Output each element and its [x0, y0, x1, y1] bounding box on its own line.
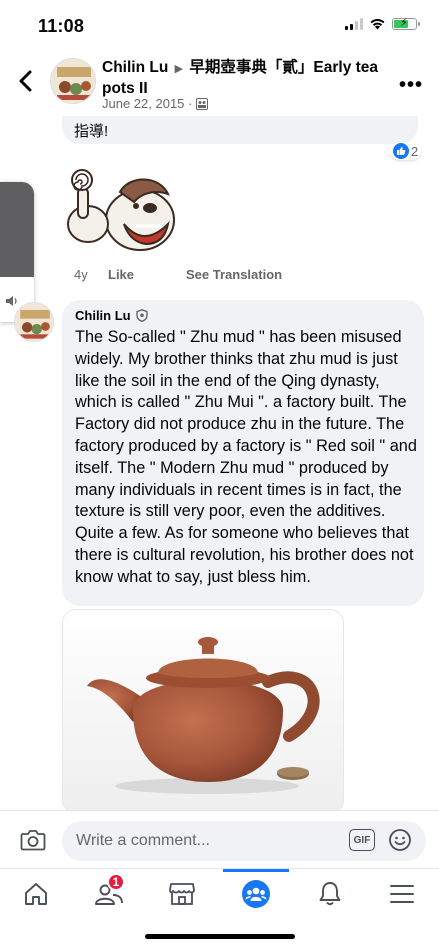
group-privacy-icon [196, 97, 209, 110]
prev-comment-bubble [62, 116, 418, 144]
video-thumbnail[interactable] [0, 182, 34, 277]
camera-icon[interactable] [20, 829, 46, 851]
reaction-summary[interactable]: 2 [390, 142, 422, 160]
status-time: 11:08 [38, 16, 85, 36]
speaker-icon[interactable] [5, 294, 19, 308]
wifi-icon [370, 19, 385, 30]
tab-friends[interactable]: 1 [89, 873, 129, 911]
post-date[interactable]: June 22, 2015 · [102, 96, 192, 111]
comment-text: The So-called " Zhu mud " has been misus… [75, 328, 417, 586]
tab-groups[interactable] [236, 877, 276, 911]
author-name[interactable]: Chilin Lu [102, 59, 168, 76]
tab-marketplace[interactable] [162, 877, 202, 911]
tab-home[interactable] [16, 877, 56, 911]
post-meta: June 22, 2015 · [102, 96, 209, 111]
more-options-button[interactable]: ••• [399, 74, 423, 97]
cellular-signal-icon [345, 17, 363, 30]
groups-icon [242, 880, 270, 908]
author-avatar[interactable] [50, 58, 96, 104]
bell-icon [319, 882, 341, 906]
comment-placeholder[interactable]: Write a comment... [76, 832, 210, 850]
post-header: Chilin Lu ▶ 早期壺事典「貳」Early tea pots II Ju… [0, 50, 439, 122]
like-link[interactable]: Like [108, 267, 186, 282]
home-indicator [145, 934, 295, 939]
hamburger-menu-icon [390, 885, 414, 903]
shield-icon [135, 309, 148, 322]
comment-time: 4y [74, 267, 88, 282]
friends-badge: 1 [107, 873, 125, 891]
prev-comment-actions: 4y Like See Translation [74, 267, 282, 282]
see-translation-link[interactable]: See Translation [186, 267, 282, 282]
home-icon [25, 883, 47, 905]
back-button[interactable] [14, 66, 38, 96]
commenter-name-row: Chilin Lu [75, 308, 148, 323]
dog-thumbs-up-sticker[interactable] [60, 162, 180, 262]
comment-composer: Write a comment... GIF [0, 810, 439, 868]
commenter-avatar[interactable] [14, 302, 54, 342]
tab-notifications[interactable] [310, 877, 350, 911]
status-bar: 11:08 ⚡ [0, 0, 439, 50]
post-title[interactable]: Chilin Lu ▶ 早期壺事典「貳」Early tea pots II [102, 58, 387, 99]
reaction-count: 2 [411, 143, 419, 159]
comment-photo[interactable] [62, 609, 344, 814]
active-tab-indicator [223, 869, 289, 872]
tab-menu[interactable] [382, 877, 422, 911]
floating-video-panel[interactable] [0, 182, 34, 322]
comment-input[interactable]: Write a comment... GIF [62, 821, 426, 861]
marketplace-icon [169, 883, 195, 905]
commenter-name[interactable]: Chilin Lu [75, 308, 131, 323]
battery-icon: ⚡ [392, 17, 420, 30]
gif-button[interactable]: GIF [349, 829, 375, 851]
prev-comment-text: 指導! [74, 123, 109, 140]
arrow-right-icon: ▶ [174, 63, 184, 75]
like-reaction-icon [393, 143, 409, 159]
emoji-icon[interactable] [388, 828, 412, 852]
status-icons: ⚡ [345, 17, 420, 30]
